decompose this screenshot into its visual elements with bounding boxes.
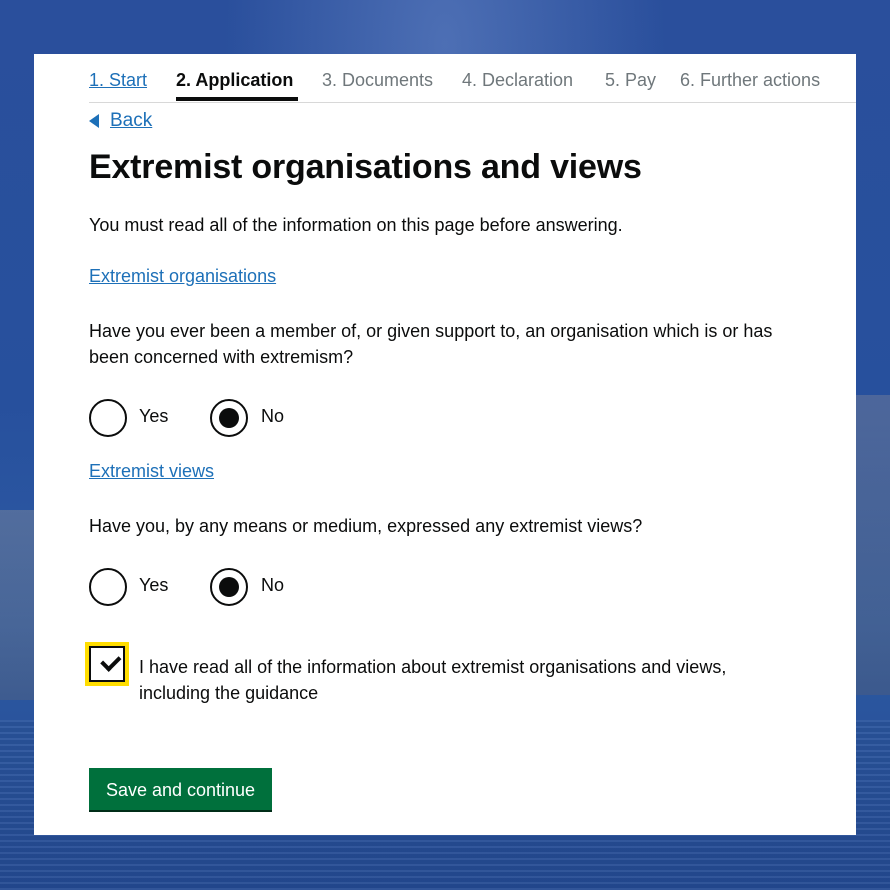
radio-label-no: No [261, 406, 285, 426]
radio-views-no[interactable] [210, 568, 248, 606]
back-link-label: Back [110, 110, 153, 131]
radio-organisations-yes[interactable] [89, 399, 127, 437]
current-step-indicator [176, 97, 298, 101]
checkmark-icon [100, 650, 122, 672]
step-further-actions: 6. Further actions [680, 70, 821, 90]
confirmation-label[interactable]: I have read all of the information about… [139, 654, 799, 706]
radio-label-no: No [261, 575, 285, 595]
question-views: Have you, by any means or medium, expres… [89, 516, 643, 536]
radio-group-views: Yes No [89, 568, 389, 608]
radio-selected-dot [219, 577, 239, 597]
step-application: 2. Application [176, 70, 294, 90]
intro-text: You must read all of the information on … [89, 215, 623, 235]
step-navigation: 1. Start 2. Application 3. Documents 4. … [89, 54, 856, 103]
radio-label-yes: Yes [139, 406, 169, 426]
step-documents: 3. Documents [322, 70, 434, 90]
extremist-organisations-link[interactable]: Extremist organisations [89, 263, 276, 289]
background-building-right [854, 395, 890, 695]
save-and-continue-button[interactable]: Save and continue [89, 768, 272, 810]
back-arrow-icon [89, 114, 99, 128]
back-link[interactable]: Back [89, 110, 152, 132]
radio-label-yes: Yes [139, 575, 169, 595]
radio-selected-dot [219, 408, 239, 428]
radio-group-organisations: Yes No [89, 399, 389, 439]
step-pay: 5. Pay [605, 70, 657, 90]
confirmation-checkbox-focus [85, 642, 129, 686]
step-declaration: 4. Declaration [462, 70, 574, 90]
background-building-left [0, 510, 36, 700]
radio-views-yes[interactable] [89, 568, 127, 606]
form-panel: 1. Start 2. Application 3. Documents 4. … [34, 54, 856, 835]
step-start[interactable]: 1. Start [89, 70, 147, 91]
confirmation-checkbox[interactable] [89, 646, 125, 682]
radio-organisations-no[interactable] [210, 399, 248, 437]
extremist-views-link[interactable]: Extremist views [89, 458, 214, 484]
page-title: Extremist organisations and views [89, 148, 642, 186]
question-organisations: Have you ever been a member of, or given… [89, 321, 773, 367]
